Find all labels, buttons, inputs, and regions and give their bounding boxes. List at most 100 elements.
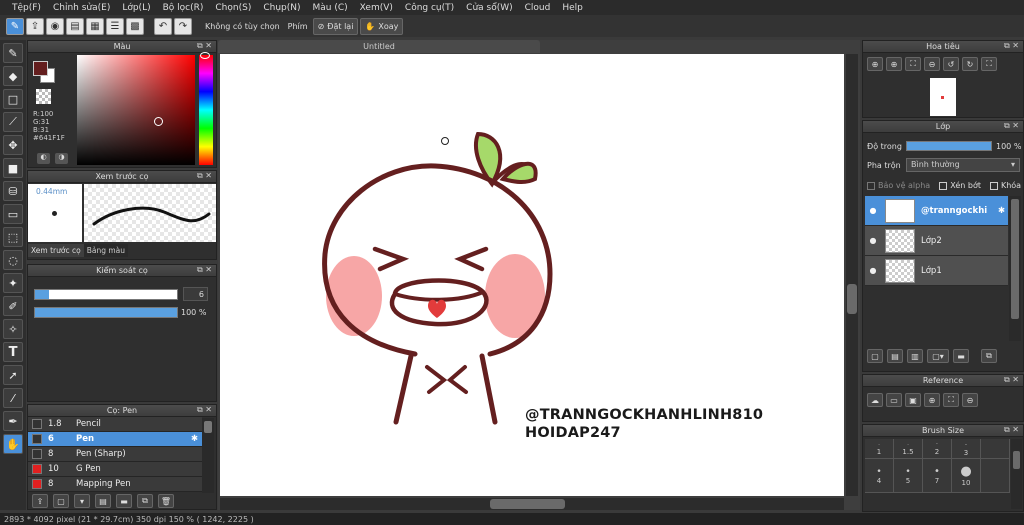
brush-size-cell[interactable]: • 5: [894, 459, 923, 493]
trash-icon[interactable]: 🗑: [158, 494, 174, 508]
horizontal-scrollbar[interactable]: [220, 498, 844, 510]
panel-close-icon[interactable]: ⧉ ✕: [1004, 41, 1019, 51]
clipping-checkbox[interactable]: [939, 181, 948, 190]
panel-close-icon[interactable]: ⧉ ✕: [197, 41, 212, 51]
select-rect-icon[interactable]: ⬚: [3, 227, 23, 247]
magic-wand-icon[interactable]: ✦: [3, 273, 23, 293]
rotate-left-icon[interactable]: ↺: [943, 57, 959, 71]
hue-cursor[interactable]: [200, 52, 210, 59]
layer-row[interactable]: ● Lớp1: [865, 256, 1008, 286]
reset-button[interactable]: ⊘ Đặt lại: [312, 17, 359, 35]
line-icon[interactable]: ⟋: [3, 112, 23, 132]
foreground-color-front[interactable]: [33, 61, 48, 76]
hand-tool-icon[interactable]: ✋: [3, 434, 23, 454]
cloud-icon[interactable]: ☁: [867, 393, 883, 407]
brush-size-slider[interactable]: [34, 289, 178, 300]
operation-icon[interactable]: ➚: [3, 365, 23, 385]
drawing-canvas[interactable]: @TRANNGOCKHANHLINH810 HOIDAP247: [220, 54, 844, 496]
new-layer-8bit-icon[interactable]: ▤: [887, 349, 903, 363]
sv-cursor[interactable]: [154, 117, 163, 126]
zoom-in-icon-2[interactable]: ⊕: [886, 57, 902, 71]
brush-icon[interactable]: ✎: [3, 43, 23, 63]
brush-tool-icon[interactable]: ✎: [6, 17, 24, 35]
rectangle-icon[interactable]: □: [3, 89, 23, 109]
document-tab[interactable]: Untitled: [218, 40, 540, 53]
zoom-in-icon[interactable]: ⊕: [867, 57, 883, 71]
panel-close-icon[interactable]: ⧉ ✕: [1004, 375, 1019, 385]
brush-add-icon[interactable]: ⇪: [32, 494, 48, 508]
brush-size-cell[interactable]: • 7: [923, 459, 952, 493]
brush-size-cell[interactable]: [981, 459, 1010, 493]
panel-close-icon[interactable]: ⧉ ✕: [1004, 425, 1019, 435]
layer-list-scrollbar[interactable]: [1009, 196, 1021, 341]
brush-size-scrollbar[interactable]: [1011, 439, 1022, 509]
settings-gear-icon[interactable]: ✱: [191, 434, 198, 444]
fullscreen-icon[interactable]: ⛶: [981, 57, 997, 71]
tab-brush-preview[interactable]: Xem trước cọ: [28, 244, 84, 257]
protect-alpha-checkbox[interactable]: [867, 181, 875, 190]
menu-edit[interactable]: Chỉnh sửa(E): [47, 3, 116, 13]
menu-color[interactable]: Màu (C): [307, 3, 354, 13]
select-pen-icon[interactable]: ✐: [3, 296, 23, 316]
new-layer-1bit-icon[interactable]: ▥: [907, 349, 923, 363]
menu-filter[interactable]: Bộ lọc(R): [157, 3, 210, 13]
palette-icon[interactable]: ◐: [37, 153, 50, 164]
move-icon[interactable]: ✥: [3, 135, 23, 155]
fill-rect-icon[interactable]: ■: [3, 158, 23, 178]
eyedropper-icon[interactable]: ✒: [3, 411, 23, 431]
layer-list-icon[interactable]: ☰: [106, 17, 124, 35]
rotate-right-icon[interactable]: ↻: [962, 57, 978, 71]
visibility-icon[interactable]: ●: [865, 236, 881, 245]
menu-capture[interactable]: Chụp(N): [257, 3, 306, 13]
lock-checkbox[interactable]: [989, 181, 998, 190]
panel-close-icon[interactable]: ⧉ ✕: [1004, 121, 1019, 131]
brush-size-cell[interactable]: · 3: [952, 439, 981, 459]
layer-opacity-slider[interactable]: [906, 141, 992, 151]
transparent-color[interactable]: [36, 89, 51, 104]
zoom-out-icon[interactable]: ⊖: [924, 57, 940, 71]
list-item[interactable]: 8 Pen (Sharp): [28, 447, 202, 462]
brush-size-cell[interactable]: [981, 439, 1010, 459]
undo-icon[interactable]: ↶: [154, 17, 172, 35]
comment-icon[interactable]: ◉: [46, 17, 64, 35]
duplicate-icon[interactable]: ⧉: [981, 349, 997, 363]
hue-slider[interactable]: [199, 55, 213, 165]
brush-size-value[interactable]: 6: [183, 287, 208, 301]
layer-row[interactable]: ● @tranngockhi ✱: [865, 196, 1008, 226]
palette-add-icon[interactable]: ◑: [55, 153, 68, 164]
menu-view[interactable]: Xem(V): [354, 3, 399, 13]
navigator-thumbnail[interactable]: [930, 78, 956, 116]
zoom-out-icon[interactable]: ⊖: [962, 393, 978, 407]
menu-select[interactable]: Chọn(S): [209, 3, 257, 13]
list-item[interactable]: 8 Mapping Pen: [28, 477, 202, 492]
image-icon[interactable]: ▣: [905, 393, 921, 407]
gradient-icon[interactable]: ▭: [3, 204, 23, 224]
brush-size-cell[interactable]: · 1.5: [894, 439, 923, 459]
duplicate-icon[interactable]: ⧉: [137, 494, 153, 508]
document-icon[interactable]: ▤: [66, 17, 84, 35]
brush-size-cell[interactable]: · 2: [923, 439, 952, 459]
fit-icon[interactable]: ⛶: [905, 57, 921, 71]
folder-icon[interactable]: ▬: [116, 494, 132, 508]
fit-icon[interactable]: ⛶: [943, 393, 959, 407]
settings-gear-icon[interactable]: ✱: [998, 206, 1005, 216]
layer-menu-icon[interactable]: ▢▾: [927, 349, 949, 363]
saturation-value-picker[interactable]: [77, 55, 195, 165]
new-brush-icon[interactable]: ▢: [53, 494, 69, 508]
rotate-button[interactable]: ✋ Xoay: [360, 17, 404, 35]
list-item[interactable]: 10 G Pen: [28, 462, 202, 477]
redo-icon[interactable]: ↷: [174, 17, 192, 35]
menu-cloud[interactable]: Cloud: [519, 3, 557, 13]
open-folder-icon[interactable]: ▭: [886, 393, 902, 407]
brush-copy-icon[interactable]: ▤: [95, 494, 111, 508]
panel-close-icon[interactable]: ⧉ ✕: [197, 265, 212, 275]
menu-file[interactable]: Tệp(F): [6, 3, 47, 13]
lasso-icon[interactable]: ◌: [3, 250, 23, 270]
brush-size-cell[interactable]: · 1: [865, 439, 894, 459]
menu-layer[interactable]: Lớp(L): [116, 3, 156, 13]
brush-list-scrollbar[interactable]: [202, 418, 214, 493]
zoom-in-icon[interactable]: ⊕: [924, 393, 940, 407]
eraser-icon[interactable]: ◆: [3, 66, 23, 86]
menu-help[interactable]: Help: [556, 3, 589, 13]
tab-color-palette[interactable]: Bảng màu: [83, 244, 128, 257]
